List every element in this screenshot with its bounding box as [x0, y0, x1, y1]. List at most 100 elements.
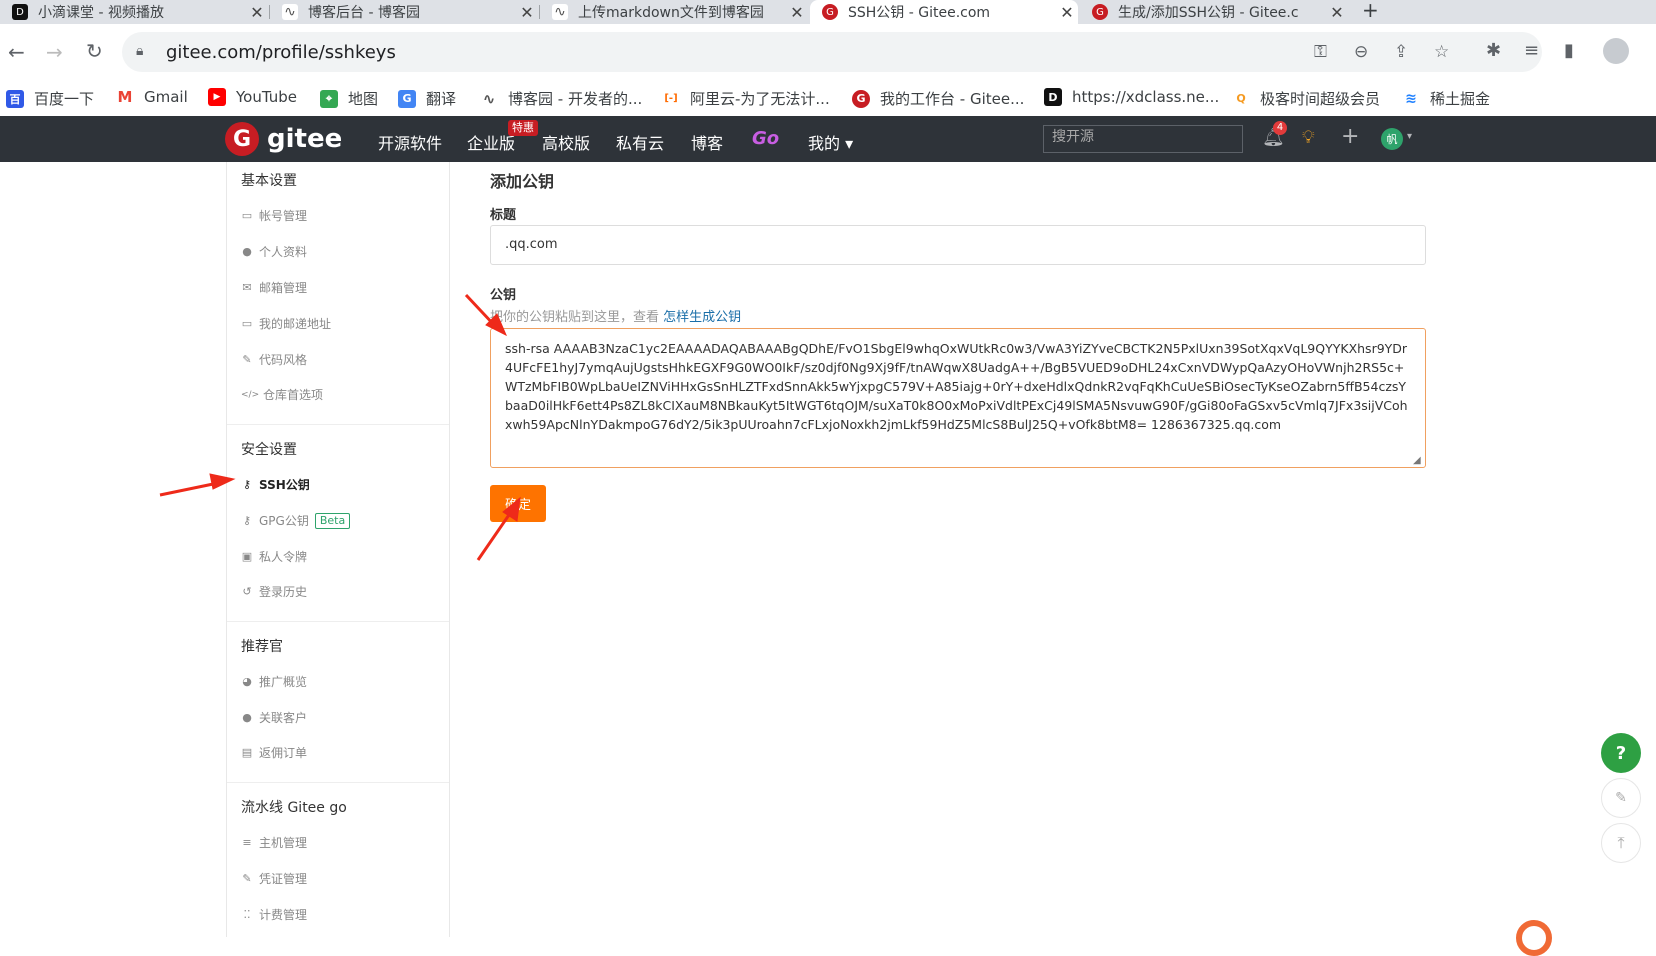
bookmark-geekbang[interactable]: Q 极客时间超级会员 [1232, 88, 1380, 109]
nav-private-cloud[interactable]: 私有云 [616, 130, 664, 154]
sidebar-item-code-style[interactable]: ✎ 代码风格 [241, 351, 307, 368]
cnblogs-icon: ∿ [552, 4, 568, 20]
sidebar-item-account[interactable]: ▭ 帐号管理 [241, 207, 307, 224]
nav-education[interactable]: 高校版 [542, 130, 590, 154]
bulb-icon[interactable]: 💡︎ [1302, 127, 1315, 148]
profile-icon[interactable] [1603, 38, 1629, 64]
key-icon: ⚷ [242, 514, 252, 527]
share-icon[interactable]: ⇪ [1394, 42, 1408, 62]
sidebar-item-gpg-keys[interactable]: ⚷ GPG公钥 Beta [241, 512, 351, 529]
public-key-textarea[interactable]: ssh-rsa AAAAB3NzaC1yc2EAAAADAQABAAABgQDh… [490, 328, 1426, 468]
sidebar-item-profile[interactable]: ● 个人资料 [241, 243, 307, 260]
confirm-button[interactable]: 确定 [490, 485, 546, 522]
sidebar-item-email[interactable]: ✉ 邮箱管理 [241, 279, 307, 296]
tab-xdclass[interactable]: D 小滴课堂 - 视频播放 ✕ [0, 0, 268, 24]
title-input[interactable]: .qq.com [490, 225, 1426, 265]
sidebar-item-login-history[interactable]: ↺ 登录历史 [241, 583, 307, 600]
bookmark-maps[interactable]: ⌖ 地图 [320, 88, 378, 109]
resize-handle-icon[interactable]: ◢ [1413, 455, 1421, 466]
zoom-icon[interactable]: ⊖ [1354, 42, 1368, 62]
mail-icon: ✉ [242, 281, 252, 294]
reading-list-icon[interactable]: ≡ [1524, 40, 1539, 61]
bookmark-translate[interactable]: G 翻译 [398, 88, 456, 109]
sidebar-item-repo-prefs[interactable]: </> 仓库首选项 [241, 386, 323, 403]
sidebar-item-tokens[interactable]: ▣ 私人令牌 [241, 548, 307, 565]
close-icon[interactable]: ✕ [516, 3, 538, 22]
title-label: 标题 [490, 208, 517, 223]
gitee-search-input[interactable]: 搜开源 [1043, 125, 1243, 153]
feedback-icon[interactable]: ✎ [1601, 778, 1641, 818]
nav-go[interactable]: Go [752, 128, 779, 149]
tab-cnblogs-upload[interactable]: ∿ 上传markdown文件到博客园 ✕ [540, 0, 808, 24]
bookmark-label: 阿里云-为了无法计... [690, 90, 830, 108]
how-to-generate-link[interactable]: 怎样生成公钥 [663, 310, 741, 325]
gitee-logo-text: gitee [267, 124, 343, 154]
public-key-hint: 把你的公钥粘贴到这里，查看 怎样生成公钥 [490, 306, 741, 325]
server-icon: ≡ [242, 836, 252, 849]
bookmark-juejin[interactable]: ≋ 稀土掘金 [1402, 88, 1490, 109]
bookmark-label: Gmail [144, 88, 188, 106]
beta-badge: Beta [314, 512, 351, 529]
close-icon[interactable]: ✕ [1056, 3, 1078, 22]
divider [227, 621, 449, 622]
nav-blog[interactable]: 博客 [691, 130, 723, 154]
bookmark-aliyun[interactable]: [-] 阿里云-为了无法计... [662, 88, 830, 109]
new-tab-button[interactable]: + [1362, 0, 1379, 24]
address-bar[interactable]: 🔒︎ gitee.com/profile/sshkeys ⚿ ⊖ ⇪ ☆ [122, 32, 1542, 72]
sidebar-item-rebate-orders[interactable]: ▤ 返佣订单 [241, 744, 307, 761]
tab-gitee-help[interactable]: G 生成/添加SSH公钥 - Gitee.c ✕ [1080, 0, 1348, 24]
divider [227, 782, 449, 783]
bookmark-xdclass[interactable]: Dhttps://xdclass.ne... [1044, 88, 1219, 106]
side-panel-icon[interactable]: ▮ [1564, 40, 1574, 61]
card-icon: ▭ [241, 209, 253, 222]
tab-label: 上传markdown文件到博客园 [578, 5, 764, 21]
nav-mine[interactable]: 我的 ▾ [808, 130, 853, 154]
sidebar-item-credentials[interactable]: ✎ 凭证管理 [241, 870, 307, 887]
key-icon[interactable]: ⚿ [1314, 42, 1327, 62]
bookmark-youtube[interactable]: ▶ YouTube [208, 88, 297, 106]
sidebar-item-ssh-keys[interactable]: ⚷ SSH公钥 [241, 476, 310, 493]
extensions-icon[interactable]: ✱ [1486, 40, 1501, 61]
settings-sidebar: 基本设置 ▭ 帐号管理 ● 个人资料 ✉ 邮箱管理 ▭ 我的邮递地址 ✎ 代码风格 </>… [226, 162, 450, 937]
tab-label: 博客后台 - 博客园 [308, 5, 420, 21]
maps-icon: ⌖ [320, 89, 338, 108]
close-icon[interactable]: ✕ [786, 3, 808, 22]
user-icon: ● [242, 711, 252, 724]
sidebar-item-address[interactable]: ▭ 我的邮递地址 [241, 315, 331, 332]
bookmark-label: 稀土掘金 [1430, 90, 1491, 108]
close-icon[interactable]: ✕ [1326, 3, 1348, 22]
token-icon: ▣ [241, 550, 253, 563]
tab-cnblogs-admin[interactable]: ∿ 博客后台 - 博客园 ✕ [270, 0, 538, 24]
baidu-icon: 百 [6, 89, 24, 108]
sidebar-item-clients[interactable]: ● 关联客户 [241, 709, 307, 726]
sidebar-item-billing[interactable]: ⁚⁚ 计费管理 [241, 906, 308, 923]
card-icon: ▭ [241, 317, 253, 330]
bookmark-cnblogs[interactable]: ∿ 博客园 - 开发者的... [480, 88, 642, 109]
star-icon[interactable]: ☆ [1434, 42, 1449, 62]
user-avatar[interactable]: 帆 [1381, 128, 1403, 150]
forward-icon[interactable]: → [46, 42, 63, 62]
tab-gitee-ssh[interactable]: G SSH公钥 - Gitee.com ✕ [810, 0, 1078, 24]
sidebar-item-hosts[interactable]: ≡ 主机管理 [241, 834, 307, 851]
sidebar-item-label: 私人令牌 [259, 550, 308, 564]
reload-icon[interactable]: ↻ [86, 41, 103, 61]
bookmark-baidu[interactable]: 百百度一下 [6, 88, 94, 109]
sidebar-item-label: 关联客户 [259, 711, 308, 725]
key-icon: ⚷ [242, 478, 252, 491]
nav-open-source[interactable]: 开源软件 [378, 130, 442, 154]
chevron-down-icon[interactable]: ▾ [1407, 131, 1412, 142]
lock-icon: 🔒︎ [136, 43, 144, 59]
back-to-top-icon[interactable]: ⤒ [1601, 823, 1641, 863]
hint-text: 把你的公钥粘贴到这里，查看 [490, 310, 660, 325]
help-button[interactable]: ? [1601, 733, 1641, 773]
bookmark-gmail[interactable]: M Gmail [116, 88, 188, 106]
sidebar-item-label: 主机管理 [259, 836, 308, 850]
bookmark-gitee-workbench[interactable]: G 我的工作台 - Gitee... [852, 88, 1024, 109]
gitee-logo[interactable]: G gitee [225, 122, 342, 156]
gitee-logo-icon: G [225, 122, 259, 156]
brush-icon: ✎ [242, 872, 252, 885]
back-icon[interactable]: ← [8, 42, 25, 62]
plus-icon[interactable]: + [1341, 124, 1359, 149]
close-icon[interactable]: ✕ [246, 3, 268, 22]
sidebar-item-promo-overview[interactable]: ◕ 推广概览 [241, 673, 307, 690]
